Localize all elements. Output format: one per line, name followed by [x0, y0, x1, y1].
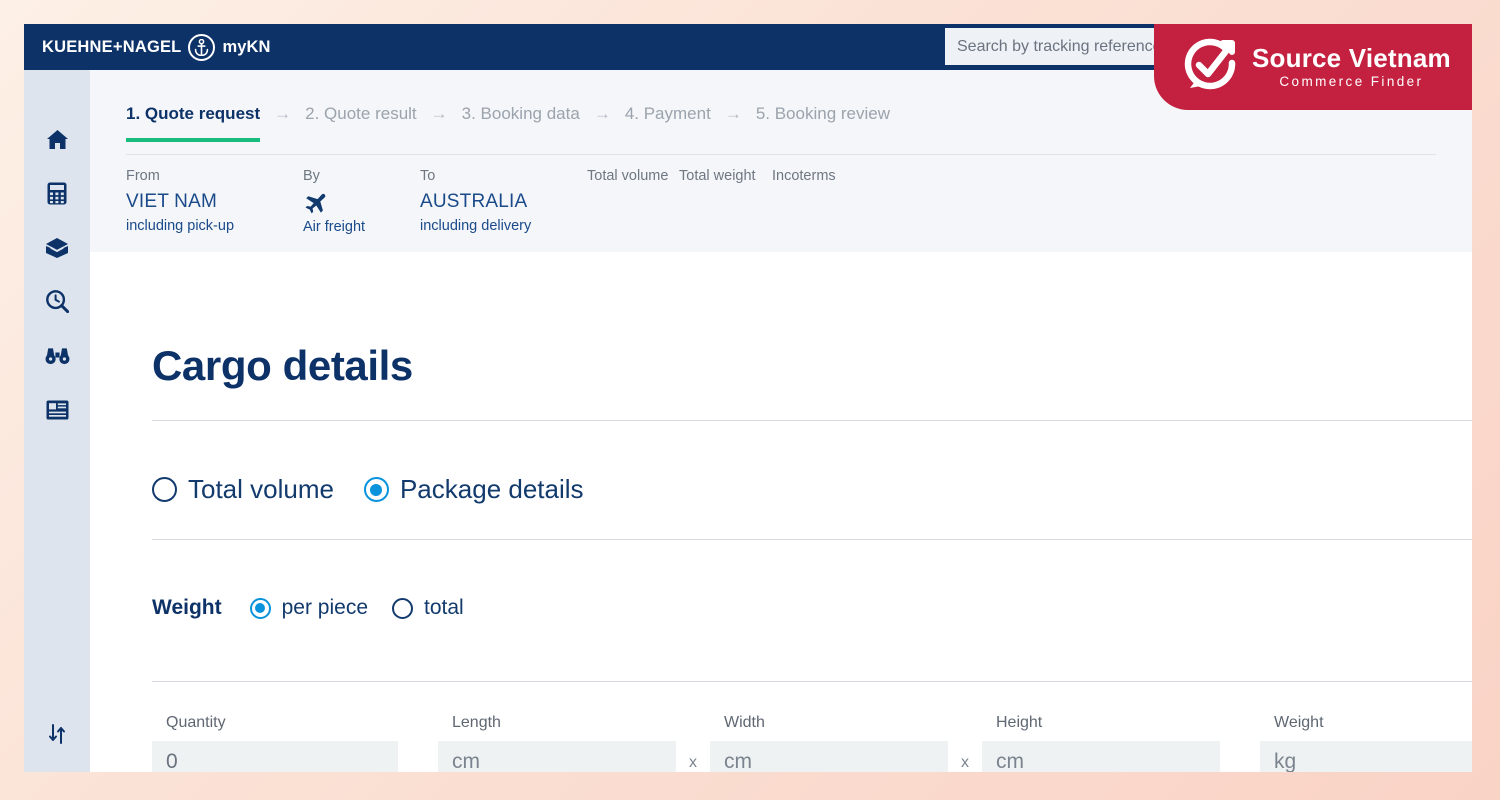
radio-total-volume-label: Total volume [188, 474, 334, 504]
dimension-separator-2: x [961, 754, 969, 771]
radio-weight-total[interactable]: total [392, 596, 464, 620]
brand-mykn: myKN [222, 37, 271, 56]
radio-weight-total-mark[interactable] [392, 597, 413, 619]
home-icon [46, 129, 69, 155]
summary-total-weight: Total weight [679, 168, 772, 190]
track-search-icon [45, 290, 69, 318]
source-vietnam-overlay-banner: Source Vietnam Commerce Finder [1154, 24, 1472, 110]
summary-by-note: Air freight [303, 219, 366, 235]
app-window: KUEHNE+NAGEL myKN Source V [24, 24, 1472, 772]
radio-total-volume[interactable]: Total volume [152, 474, 334, 505]
height-input[interactable] [982, 741, 1220, 772]
cargo-mode-radio-group: Total volume Package details [152, 474, 584, 505]
page-title: Cargo details [152, 342, 413, 389]
summary-total-volume: Total volume [587, 168, 679, 190]
airplane-icon [303, 190, 420, 215]
radio-weight-total-label: total [424, 596, 464, 619]
binoculars-icon [45, 347, 70, 370]
summary-to: To AUSTRALIA including delivery [420, 168, 587, 234]
sidebar-item-visibility[interactable] [39, 346, 75, 370]
summary-from: From VIET NAM including pick-up [126, 168, 303, 234]
stepper-baseline-divider [126, 154, 1436, 155]
quantity-input[interactable] [152, 741, 398, 772]
radio-package-details-mark[interactable] [363, 477, 389, 502]
summary-incoterms-label: Incoterms [772, 168, 836, 184]
news-document-icon [46, 400, 69, 425]
field-weight-label: Weight [1274, 714, 1324, 731]
field-height-label: Height [996, 714, 1043, 731]
summary-by-label: By [303, 168, 320, 184]
search-input[interactable] [945, 28, 1175, 65]
field-width-label: Width [724, 714, 765, 731]
step-arrow-icon: → [724, 104, 742, 123]
summary-from-value: VIET NAM [126, 191, 217, 212]
summary-to-note: including delivery [420, 217, 532, 234]
main-content: Cargo details Total volume Package detai… [90, 252, 1472, 772]
step-arrow-icon: → [593, 104, 611, 123]
field-height: Height [982, 714, 1220, 772]
check-arrow-circle-icon [1182, 36, 1240, 99]
brand-logo[interactable]: KUEHNE+NAGEL myKN [42, 33, 271, 61]
step-1-quote-request[interactable]: 1. Quote request [126, 104, 261, 142]
step-3-booking-data[interactable]: 3. Booking data [462, 104, 580, 142]
anchor-icon [188, 33, 216, 61]
step-arrow-icon: → [274, 104, 292, 123]
step-arrow-icon: → [430, 104, 448, 123]
weight-mode-radio-group: Weight per piece total [152, 596, 464, 620]
summary-from-note: including pick-up [126, 217, 235, 234]
summary-total-weight-label: Total weight [679, 168, 756, 184]
sidebar-item-track[interactable] [39, 290, 75, 318]
field-quantity: Quantity [152, 714, 398, 772]
radio-weight-per-piece[interactable]: per piece [249, 596, 368, 620]
summary-total-volume-label: Total volume [587, 168, 669, 184]
length-input[interactable] [438, 741, 676, 772]
sidebar-item-quotations[interactable] [39, 182, 75, 210]
radio-total-volume-mark[interactable] [152, 477, 177, 502]
dimension-separator-1: x [689, 754, 697, 771]
weight-input[interactable] [1260, 741, 1472, 772]
field-quantity-label: Quantity [166, 714, 226, 731]
field-width: Width [710, 714, 948, 772]
sidebar-item-home[interactable] [39, 130, 75, 154]
collapse-toggle-icon [47, 723, 67, 750]
source-vietnam-title: Source Vietnam [1252, 42, 1451, 73]
radio-package-details[interactable]: Package details [363, 474, 584, 505]
package-box-icon [45, 237, 69, 264]
step-2-quote-result[interactable]: 2. Quote result [305, 104, 417, 142]
width-input[interactable] [710, 741, 948, 772]
sidebar-item-documents[interactable] [39, 400, 75, 424]
calculator-icon [47, 182, 67, 210]
package-dimensions-row: Quantity Length x Width x Height Weight [152, 714, 1472, 772]
radio-weight-per-piece-mark[interactable] [249, 597, 271, 619]
summary-by: By Air freight [303, 168, 420, 235]
left-sidebar [24, 70, 90, 772]
step-4-payment[interactable]: 4. Payment [625, 104, 711, 142]
summary-to-value: AUSTRALIA [420, 191, 528, 212]
divider-under-weight-mode [152, 681, 1472, 682]
radio-weight-per-piece-label: per piece [281, 596, 368, 619]
summary-from-label: From [126, 168, 160, 184]
summary-incoterms: Incoterms [772, 168, 836, 190]
step-5-booking-review[interactable]: 5. Booking review [756, 104, 890, 142]
weight-caption: Weight [152, 596, 222, 619]
sidebar-item-shipments[interactable] [39, 237, 75, 264]
divider-under-cargo-mode [152, 539, 1472, 540]
sidebar-collapse-toggle[interactable] [24, 723, 90, 750]
summary-to-label: To [420, 168, 436, 184]
source-vietnam-subtitle: Commerce Finder [1279, 74, 1424, 90]
shipment-summary: From VIET NAM including pick-up By Air f… [126, 168, 836, 235]
brand-kuehne-nagel: KUEHNE+NAGEL [42, 37, 182, 56]
field-length: Length [438, 714, 676, 772]
field-weight: Weight [1260, 714, 1472, 772]
quote-stepper: 1. Quote request → 2. Quote result → 3. … [126, 104, 890, 142]
divider-under-title [152, 420, 1472, 421]
field-length-label: Length [452, 714, 501, 731]
radio-package-details-label: Package details [399, 474, 584, 504]
